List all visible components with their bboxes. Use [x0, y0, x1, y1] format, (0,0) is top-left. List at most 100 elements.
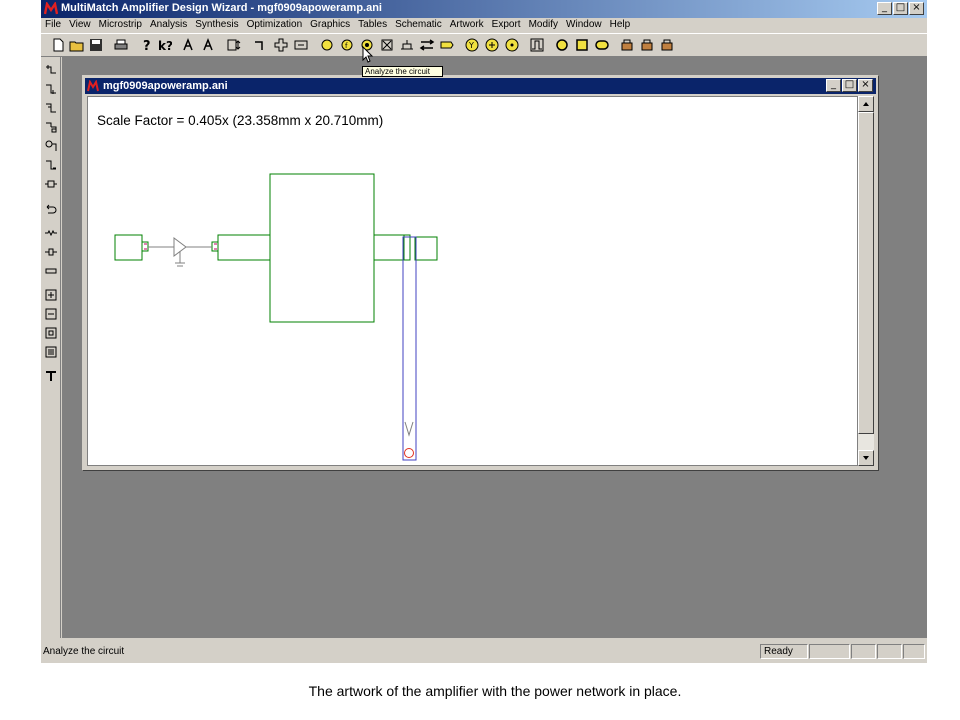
figure-caption: The artwork of the amplifier with the po… [308, 683, 682, 699]
y-param-icon[interactable]: Y [464, 37, 480, 53]
menu-view[interactable]: View [65, 18, 95, 31]
doc-maximize-button[interactable]: □ [842, 79, 857, 92]
output-pad [414, 236, 438, 261]
bias-line [402, 236, 417, 461]
amplifier-tool-icon[interactable] [181, 37, 197, 53]
context-help-icon[interactable]: k? [156, 37, 172, 53]
amplifier-tool-2-icon[interactable] [201, 37, 217, 53]
menu-graphics[interactable]: Graphics [306, 18, 354, 31]
multimatch-logo-icon [87, 80, 99, 92]
app-titlebar[interactable]: MultiMatch Amplifier Design Wizard - mgf… [41, 0, 927, 18]
swap-icon[interactable] [419, 37, 435, 53]
left-toolbar [41, 57, 61, 638]
menu-tables[interactable]: Tables [354, 18, 391, 31]
cross-junction-icon[interactable] [273, 37, 289, 53]
scroll-down-button[interactable] [858, 450, 874, 466]
status-ready: Ready [760, 644, 808, 659]
bias-arrow [404, 421, 414, 437]
document-titlebar[interactable]: mgf0909apoweramp.ani _ □ × [85, 78, 876, 94]
menu-modify[interactable]: Modify [525, 18, 562, 31]
menu-optimization[interactable]: Optimization [243, 18, 307, 31]
tuner-icon[interactable] [399, 37, 415, 53]
matching-block [269, 173, 375, 323]
maximize-button[interactable]: □ [893, 2, 908, 15]
stub-tool-5-icon[interactable] [44, 139, 58, 153]
rounded-rect-icon[interactable] [594, 37, 610, 53]
line-element-icon[interactable] [253, 37, 269, 53]
tee-junction-icon[interactable] [44, 369, 58, 383]
x-box-icon[interactable] [379, 37, 395, 53]
menu-bar: File View Microstrip Analysis Synthesis Optim… [41, 18, 927, 33]
undo-icon[interactable] [44, 202, 58, 216]
zoom-fit-icon[interactable] [44, 326, 58, 340]
pulse-icon[interactable] [529, 37, 545, 53]
target-icon[interactable] [504, 37, 520, 53]
close-button[interactable]: × [909, 2, 924, 15]
zoom-window-icon[interactable] [44, 345, 58, 359]
mdi-workspace: mgf0909apoweramp.ani _ □ × Scale Factor … [62, 57, 927, 638]
stub-tool-6-icon[interactable] [44, 158, 58, 172]
menu-microstrip[interactable]: Microstrip [95, 18, 146, 31]
component-icon[interactable] [293, 37, 309, 53]
status-panel-1 [809, 644, 850, 659]
menu-synthesis[interactable]: Synthesis [191, 18, 242, 31]
tooltip: Analyze the circuit [362, 66, 443, 77]
layout-tool-3-icon[interactable] [659, 37, 675, 53]
menu-file[interactable]: File [41, 18, 65, 31]
status-panel-2 [851, 644, 876, 659]
open-folder-icon[interactable] [69, 37, 85, 53]
menu-window[interactable]: Window [562, 18, 606, 31]
yellow-circle-icon[interactable] [319, 37, 335, 53]
frequency-circle-icon[interactable]: f [339, 37, 355, 53]
svg-text:Y: Y [468, 41, 474, 50]
two-port-icon[interactable] [226, 37, 242, 53]
zoom-out-icon[interactable] [44, 307, 58, 321]
resistor-icon[interactable] [44, 226, 58, 240]
menu-help[interactable]: Help [606, 18, 635, 31]
document-title: mgf0909apoweramp.ani [103, 80, 228, 92]
new-file-icon[interactable] [50, 37, 66, 53]
doc-minimize-button[interactable]: _ [826, 79, 841, 92]
square-outline-icon[interactable] [574, 37, 590, 53]
menu-analysis[interactable]: Analysis [146, 18, 191, 31]
scroll-thumb[interactable] [858, 112, 874, 434]
drain-line [373, 234, 405, 261]
stub-tool-1-icon[interactable] [44, 63, 58, 77]
series-line-icon[interactable] [44, 177, 58, 191]
layout-tool-1-icon[interactable] [619, 37, 635, 53]
input-pad [114, 234, 143, 261]
print-icon[interactable] [113, 37, 129, 53]
capacitor-icon[interactable] [44, 245, 58, 259]
vertical-scrollbar[interactable] [858, 96, 874, 466]
minimize-button[interactable]: _ [877, 2, 892, 15]
scroll-up-button[interactable] [858, 96, 874, 112]
transistor-symbol [148, 237, 212, 267]
app-title: MultiMatch Amplifier Design Wizard - mgf… [61, 2, 382, 14]
multimatch-logo-icon [44, 2, 58, 15]
gate-line [217, 234, 271, 261]
input-connector [141, 241, 149, 252]
amplifier-artwork[interactable] [88, 97, 859, 467]
gate-connector [211, 241, 219, 252]
zoom-in-icon[interactable] [44, 288, 58, 302]
status-bar: Analyze the circuit Ready [41, 642, 927, 661]
doc-close-button[interactable]: × [858, 79, 873, 92]
status-panel-3 [877, 644, 902, 659]
help-icon[interactable]: ? [138, 37, 154, 53]
menu-artwork[interactable]: Artwork [446, 18, 488, 31]
stub-tool-3-icon[interactable] [44, 101, 58, 115]
stub-tool-2-icon[interactable] [44, 82, 58, 96]
menu-schematic[interactable]: Schematic [391, 18, 446, 31]
main-toolbar: ? k? f Y [41, 33, 927, 57]
save-disk-icon[interactable] [88, 37, 104, 53]
status-message: Analyze the circuit [43, 646, 125, 657]
artwork-canvas[interactable]: Scale Factor = 0.405x (23.358mm x 20.710… [87, 96, 858, 466]
smith-chart-icon[interactable] [484, 37, 500, 53]
stub-tool-4-icon[interactable] [44, 120, 58, 134]
bias-via [404, 448, 414, 458]
layout-tool-2-icon[interactable] [639, 37, 655, 53]
line-section-icon[interactable] [44, 264, 58, 278]
menu-export[interactable]: Export [488, 18, 525, 31]
yellow-tag-icon[interactable] [439, 37, 455, 53]
circle-outline-icon[interactable] [554, 37, 570, 53]
